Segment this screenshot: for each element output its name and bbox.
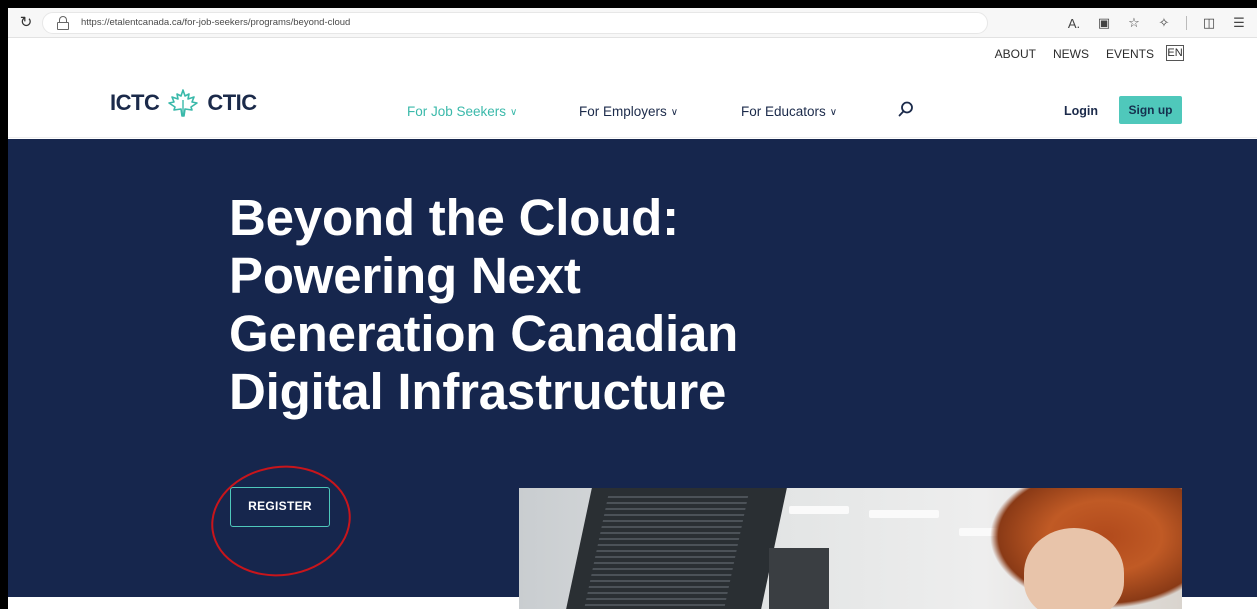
- signup-button[interactable]: Sign up: [1119, 96, 1182, 124]
- chevron-down-icon: ∨: [829, 107, 838, 118]
- sidebar-icon[interactable]: ◫: [1201, 15, 1217, 31]
- utility-link-events[interactable]: EVENTS: [1106, 47, 1154, 61]
- chevron-down-icon: ∨: [510, 107, 518, 118]
- search-icon[interactable]: [897, 100, 915, 118]
- hero-title-line: Beyond the Cloud:: [229, 189, 679, 246]
- nav-label: For Job Seekers: [407, 104, 507, 119]
- hero-title-line: Digital Infrastructure: [229, 363, 727, 420]
- nav-label: For Educators: [741, 104, 826, 119]
- login-link[interactable]: Login: [1064, 104, 1098, 118]
- favorites-list-icon[interactable]: ☰: [1231, 15, 1247, 31]
- logo-text-left: ICTC: [110, 90, 160, 115]
- site-logo[interactable]: ICTC CTIC: [110, 88, 257, 118]
- favorite-icon[interactable]: ☆: [1126, 15, 1142, 31]
- utility-link-news[interactable]: NEWS: [1053, 47, 1089, 61]
- page-below-hero: [8, 597, 519, 609]
- browser-toolbar: ↻ https://etalentcanada.ca/for-job-seeke…: [8, 8, 1257, 38]
- extensions-icon[interactable]: ✧: [1156, 15, 1172, 31]
- hero-photo: [519, 488, 1182, 609]
- utility-links: ABOUT NEWS EVENTS: [995, 47, 1154, 61]
- chevron-down-icon: ∨: [670, 107, 679, 118]
- logo-text-right: CTIC: [207, 90, 257, 115]
- site-header: ICTC CTIC For Job Seekers ∨ For Employers…: [8, 66, 1257, 138]
- nav-item-for-educators[interactable]: For Educators ∨: [741, 104, 837, 119]
- maple-leaf-icon: [168, 89, 199, 117]
- address-bar[interactable]: https://etalentcanada.ca/for-job-seekers…: [42, 12, 988, 34]
- nav-item-for-job-seekers[interactable]: For Job Seekers ∨: [407, 104, 517, 119]
- hero-title: Beyond the Cloud: Powering Next Generati…: [229, 189, 829, 421]
- hero-title-line: Powering Next: [229, 247, 581, 304]
- split-screen-icon[interactable]: ▣: [1096, 15, 1112, 31]
- language-toggle[interactable]: EN: [1166, 45, 1184, 61]
- hero-title-line: Generation Canadian: [229, 305, 739, 362]
- lock-icon[interactable]: [57, 16, 69, 30]
- read-aloud-icon[interactable]: A.: [1066, 16, 1082, 31]
- annotation-circle: [204, 456, 358, 586]
- utility-link-about[interactable]: ABOUT: [995, 47, 1036, 61]
- nav-item-for-employers[interactable]: For Employers ∨: [579, 104, 678, 119]
- browser-actions: A. ▣ ☆ ✧ ◫ ☰: [1066, 12, 1247, 34]
- address-url[interactable]: https://etalentcanada.ca/for-job-seekers…: [81, 17, 350, 28]
- browser-window: ↻ https://etalentcanada.ca/for-job-seeke…: [8, 8, 1257, 609]
- toolbar-divider: [1186, 16, 1187, 30]
- utility-nav: ABOUT NEWS EVENTS EN: [8, 38, 1257, 66]
- reload-icon[interactable]: ↻: [17, 14, 35, 32]
- nav-label: For Employers: [579, 104, 667, 119]
